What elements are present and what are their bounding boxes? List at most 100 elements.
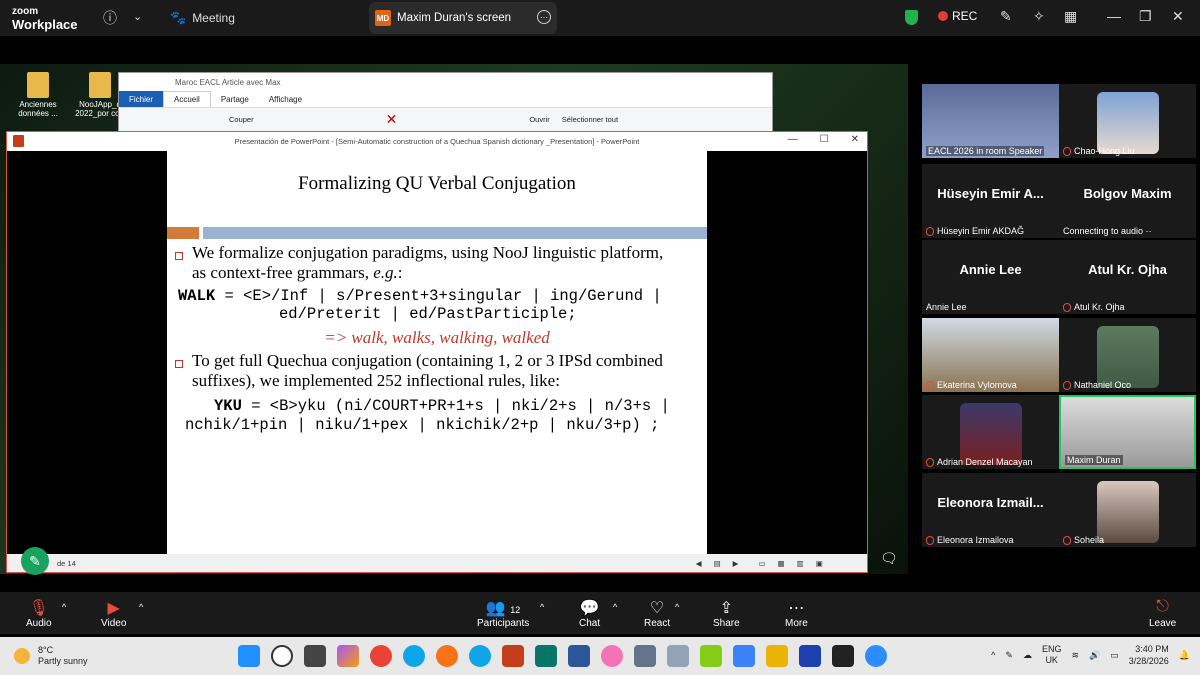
more-options-icon[interactable]: ··· [537, 10, 551, 24]
select-all-button[interactable]: Sélectionner tout [562, 115, 618, 124]
close-icon[interactable]: ✕ [851, 134, 859, 145]
skype-icon[interactable] [469, 645, 491, 667]
prev-slide-icon[interactable]: ◀ [696, 559, 702, 568]
slideshow-view-icon[interactable]: ▣ [816, 559, 823, 568]
normal-view-icon[interactable]: ▭ [758, 559, 765, 568]
slides-menu-icon[interactable]: ▤ [714, 559, 721, 568]
app-icon[interactable] [700, 645, 722, 667]
file-explorer-window: Maroc EACL Article avec Max Fichier Accu… [118, 72, 773, 132]
meeting-button[interactable]: 🐾 Meeting [170, 6, 235, 30]
slide-counter: de 14 [57, 558, 76, 568]
participant-tile[interactable]: Atul Kr. Ojha Atul Kr. Ojha [1059, 240, 1196, 314]
participant-name: Adrian Denzel Macayan [926, 457, 1033, 467]
app-icon[interactable] [601, 645, 623, 667]
volume-icon[interactable]: 🔊 [1089, 650, 1100, 661]
comment-icon[interactable]: 🗨 [880, 550, 898, 567]
participant-tile[interactable]: Eleonora Izmail... Eleonora Izmailova [922, 473, 1059, 547]
chat-caret-icon[interactable]: ^ [613, 602, 617, 612]
chat-button[interactable]: 💬 Chat [579, 598, 600, 629]
annotation-pen-button[interactable]: ✎ [21, 547, 49, 575]
terminal-icon[interactable] [832, 645, 854, 667]
powerpoint-icon[interactable] [502, 645, 524, 667]
audio-options-caret-icon[interactable]: ^ [62, 602, 66, 612]
more-label: More [785, 618, 808, 629]
virtualbox-icon[interactable] [799, 645, 821, 667]
lang-primary: ENG [1041, 644, 1062, 654]
start-icon[interactable] [238, 645, 260, 667]
participant-tile[interactable]: Ekaterina Vylomova [922, 318, 1059, 392]
video-options-caret-icon[interactable]: ^ [139, 602, 143, 612]
zoom-app-icon[interactable] [865, 645, 887, 667]
chrome-icon[interactable] [370, 645, 392, 667]
bullet-1-eg: e.g. [373, 263, 398, 282]
clock[interactable]: 3:40 PM 3/28/2026 [1129, 643, 1169, 667]
delete-icon[interactable]: ✕ [386, 111, 398, 128]
next-slide-icon[interactable]: ▶ [733, 559, 739, 568]
tab-fichier[interactable]: Fichier [119, 91, 164, 107]
participant-tile[interactable]: Chao-Hong Liu [1059, 84, 1196, 158]
participant-tile[interactable]: Soheila [1059, 473, 1196, 547]
react-button[interactable]: ♡ React [644, 598, 670, 629]
more-button[interactable]: ⋯ More [785, 598, 808, 629]
language-indicator[interactable]: ENG UK [1042, 644, 1062, 666]
copilot-icon[interactable] [337, 645, 359, 667]
ai-companion-icon[interactable]: ✧ [1033, 8, 1045, 25]
publisher-icon[interactable] [535, 645, 557, 667]
word-icon[interactable] [568, 645, 590, 667]
video-label: Video [101, 618, 127, 629]
restore-icon[interactable]: ❐ [1139, 8, 1152, 25]
maximize-icon[interactable]: ☐ [820, 134, 829, 145]
annotate-pen-icon[interactable]: ✎ [1000, 8, 1012, 25]
search-icon[interactable] [271, 645, 293, 667]
participant-tile[interactable]: Hüseyin Emir A... Hüseyin Emir AKDAĞ [922, 164, 1059, 238]
edge-icon[interactable] [403, 645, 425, 667]
chevron-up-icon[interactable]: ^ [991, 650, 995, 660]
participants-button[interactable]: 👥 12 Participants [477, 598, 529, 629]
cloud-icon[interactable]: ☁ [1023, 650, 1032, 661]
app-icon[interactable] [667, 645, 689, 667]
battery-icon[interactable]: ▭ [1110, 650, 1119, 661]
info-icon[interactable]: ⓘ [103, 8, 117, 28]
brand-bottom: Workplace [12, 17, 78, 32]
participant-tile[interactable]: Bolgov Maxim Connecting to audio ·· [1059, 164, 1196, 238]
share-button[interactable]: ⇪ Share [713, 598, 740, 629]
cut-button[interactable]: Couper [229, 115, 254, 124]
open-button[interactable]: Ouvrir [529, 115, 549, 124]
file-explorer-icon[interactable] [766, 645, 788, 667]
participant-tile[interactable]: Adrian Denzel Macayan [922, 395, 1059, 469]
video-button[interactable]: ▶ Video [101, 598, 126, 629]
sorter-view-icon[interactable]: ▦ [778, 559, 785, 568]
shared-screen-tab[interactable]: MD Maxim Duran's screen ··· [369, 2, 557, 34]
notifications-icon[interactable]: 🔔 [1179, 650, 1190, 661]
tab-partage[interactable]: Partage [211, 91, 259, 107]
participants-caret-icon[interactable]: ^ [540, 602, 544, 612]
reading-view-icon[interactable]: ▥ [797, 559, 804, 568]
participant-tile[interactable]: Annie Lee Annie Lee [922, 240, 1059, 314]
tab-affichage[interactable]: Affichage [259, 91, 312, 107]
minimize-icon[interactable]: — [1107, 8, 1121, 24]
react-caret-icon[interactable]: ^ [675, 602, 679, 612]
audio-button[interactable]: 🎙 Audio [26, 598, 52, 629]
desktop-folder-icon[interactable]: Anciennes données ... [8, 72, 68, 119]
wifi-icon[interactable]: ≋ [1071, 650, 1079, 661]
minimize-icon[interactable]: — [788, 134, 798, 145]
weather-widget[interactable]: 8°C Partly sunny [14, 645, 88, 667]
app-icon[interactable] [733, 645, 755, 667]
view-layout-icon[interactable]: ▦ [1064, 8, 1077, 25]
security-shield-icon[interactable] [905, 10, 918, 25]
recording-indicator[interactable]: REC [938, 9, 977, 23]
pen-tray-icon[interactable]: ✎ [1005, 650, 1013, 661]
leave-button[interactable]: ⎋ Leave [1149, 598, 1176, 629]
close-icon[interactable]: ✕ [1172, 8, 1184, 25]
participant-tile[interactable]: EACL 2026 in room Speaker [922, 84, 1059, 158]
firefox-icon[interactable] [436, 645, 458, 667]
participant-big-name: Hüseyin Emir A... [937, 186, 1044, 201]
bullet-square [175, 360, 183, 368]
chevron-down-icon[interactable]: ⌄ [133, 10, 142, 23]
participant-tile[interactable]: Nathaniel Oco [1059, 318, 1196, 392]
network-app-icon[interactable] [634, 645, 656, 667]
active-speaker-tile[interactable]: Maxim Duran [1059, 395, 1196, 469]
taskbar-apps [238, 645, 887, 667]
task-view-icon[interactable] [304, 645, 326, 667]
tab-accueil[interactable]: Accueil [163, 91, 211, 107]
